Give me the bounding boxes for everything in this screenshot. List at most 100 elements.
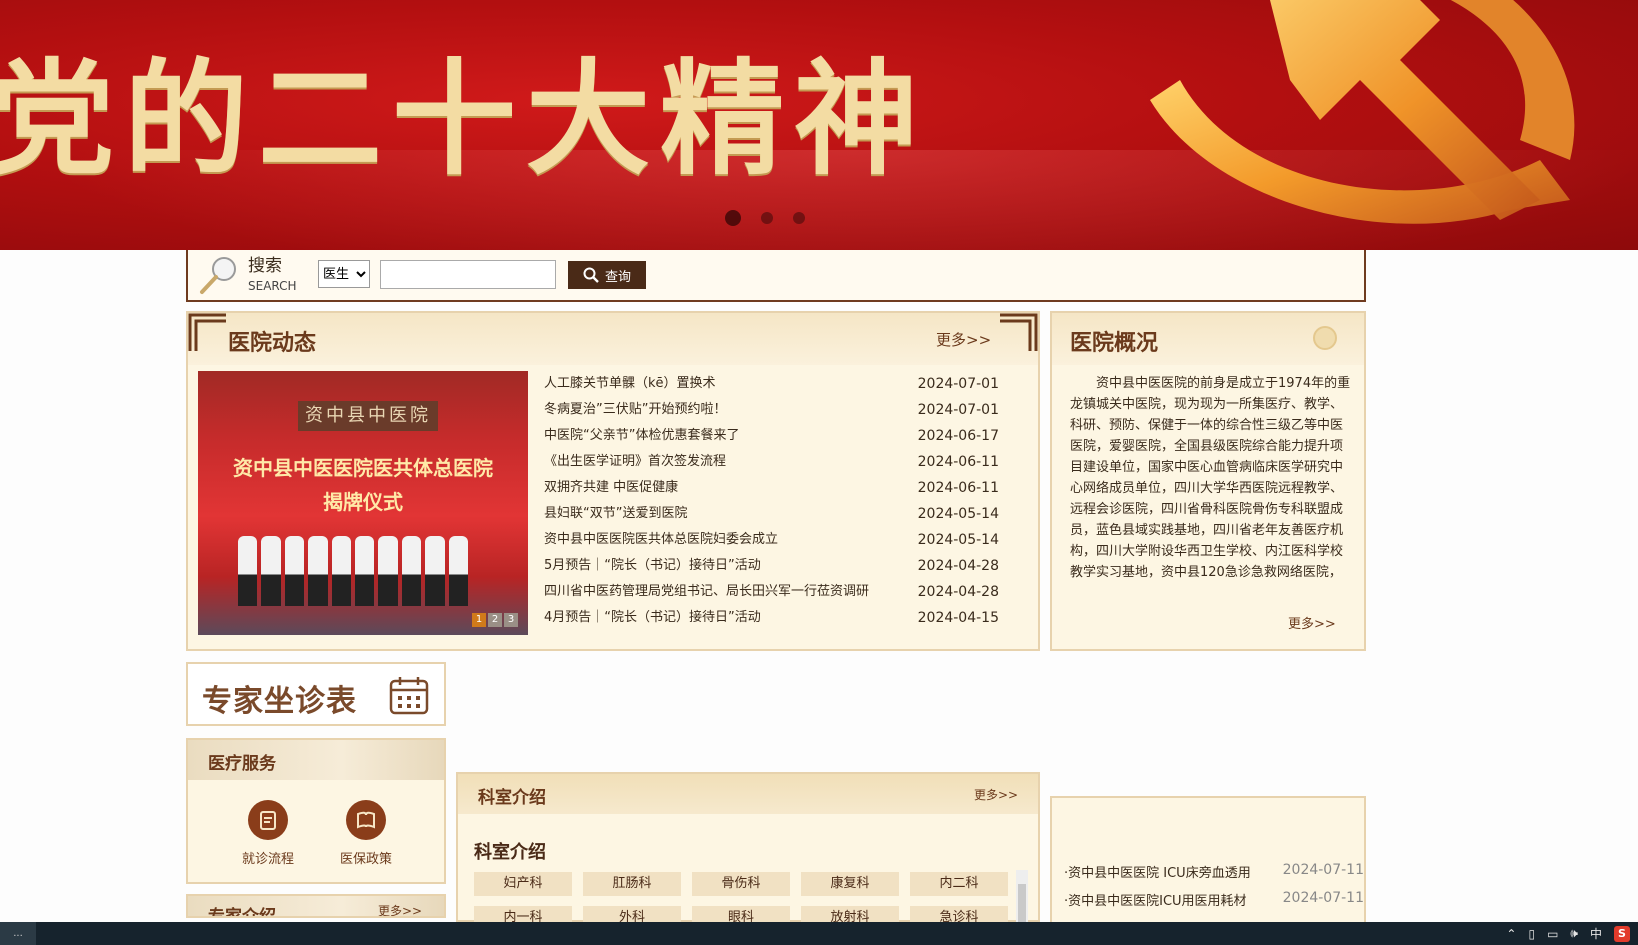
news-item-date: 2024-06-11 [917,454,999,470]
news-photo-slider[interactable]: 资中县中医院 资中县中医医院医共体总医院 揭牌仪式 1 2 3 [198,371,528,635]
carousel-dots [725,210,805,226]
news-item[interactable]: 《出生医学证明》首次签发流程 2024-06-11 [544,449,999,475]
news-item[interactable]: 双拥齐共建 中医促健康 2024-06-11 [544,475,999,501]
taskbar-start-button[interactable]: ... [0,922,36,945]
overview-panel-header: 医院概况 [1052,313,1364,365]
person-figure [284,536,305,606]
carousel-dot-2[interactable] [761,212,773,224]
person-figure [261,536,281,606]
overview-more-link[interactable]: 更多>> [1288,613,1336,632]
news-item-title[interactable]: 中医院“父亲节”体检优惠套餐来了 [544,423,739,449]
news-item-title[interactable]: 四川省中医药管理局党组书记、局长田兴军一行莅资调研 [544,579,869,605]
photo-page-3[interactable]: 3 [504,613,518,627]
news-item[interactable]: 冬病夏治”三伏贴”开始预约啦！ 2024-07-01 [544,397,999,423]
news-item[interactable]: 县妇联“双节”送爱到医院 2024-05-14 [544,501,999,527]
news-item-title[interactable]: 4月预告｜“院长（书记）接待日”活动 [544,605,761,631]
search-type-select[interactable]: 医生 [318,260,370,288]
usb-icon[interactable]: ▯ [1528,927,1535,941]
news-item[interactable]: 人工膝关节单髁（kē）置换术 2024-07-01 [544,371,999,397]
photo-headline-line2: 揭牌仪式 [323,490,403,514]
department-tag[interactable]: 肛肠科 [583,872,681,896]
news-item-title[interactable]: 《出生医学证明》首次签发流程 [544,449,726,475]
notice-title[interactable]: ·资中县中医医院 ICU床旁血透用 [1064,862,1251,881]
overview-panel: 医院概况 资中县中医医院的前身是成立于1974年的重龙镇城关中医院，现为现为一所… [1050,311,1366,651]
notice-title[interactable]: ·资中县中医医院ICU用医用耗材 [1064,890,1247,909]
search-input[interactable] [380,260,556,289]
news-item-date: 2024-06-11 [917,480,999,496]
photo-people [238,536,469,606]
news-item[interactable]: 中医院“父亲节”体检优惠套餐来了 2024-06-17 [544,423,999,449]
news-item-date: 2024-07-01 [917,402,999,418]
notice-item[interactable]: ·资中县中医医院 ICU床旁血透用 2024-07-11 [1064,862,1364,881]
corner-ornament-icon [188,313,226,351]
banner-title: 党的二十大精神 [0,48,929,192]
notice-item[interactable]: ·资中县中医医院ICU用医用耗材 2024-07-11 [1064,890,1364,909]
service-label: 医保政策 [339,852,392,867]
photo-page-2[interactable]: 2 [488,613,502,627]
news-item[interactable]: 5月预告｜“院长（书记）接待日”活动 2024-04-28 [544,553,999,579]
carousel-dot-1[interactable] [725,210,741,226]
book-icon [346,800,386,840]
news-title: 医院动态 [228,331,317,356]
news-item-date: 2024-04-15 [917,610,999,626]
news-more-link[interactable]: 更多>> [936,329,991,350]
search-button-label: 查询 [604,269,631,285]
news-panel-header: 医院动态 更多>> [188,313,1038,365]
departments-panel: 科室介绍 更多>> 科室介绍 妇产科 肛肠科 骨伤科 康复科 内二科 内一科 外… [456,772,1040,930]
expert-schedule-banner[interactable]: 专家坐诊表 [186,662,446,726]
photo-pager: 1 2 3 [472,613,518,627]
party-emblem-icon [1150,0,1575,224]
banner-carousel[interactable]: 党的二十大精神 [0,0,1638,250]
news-item-title[interactable]: 双拥齐共建 中医促健康 [544,475,678,501]
news-item[interactable]: 资中县中医医院医共体总医院妇委会成立 2024-05-14 [544,527,999,553]
news-item-title[interactable]: 人工膝关节单髁（kē）置换术 [544,371,716,397]
expert-schedule-title: 专家坐诊表 [202,684,357,719]
search-bar: 搜索 SEARCH 医生 查询 [186,250,1366,302]
medical-services-header: 医疗服务 [188,740,444,780]
departments-scrollbar[interactable] [1016,870,1028,930]
display-icon[interactable]: ▭ [1547,927,1558,941]
news-panel: 医院动态 更多>> 资中县中医院 资中县中医医院医共体总医院 揭牌仪式 1 2 … [186,311,1040,651]
department-tag[interactable]: 康复科 [801,872,899,896]
departments-more-link[interactable]: 更多>> [974,786,1018,803]
news-item-title[interactable]: 县妇联“双节”送爱到医院 [544,501,687,527]
department-tag[interactable]: 骨伤科 [692,872,790,896]
overview-title: 医院概况 [1070,331,1159,356]
photo-page-1[interactable]: 1 [472,613,486,627]
service-insurance-policy[interactable]: 医保政策 [326,800,406,867]
chevron-up-icon[interactable]: ⌃ [1506,927,1516,941]
departments-title: 科室介绍 [478,788,546,808]
expert-intro-more-link[interactable]: 更多>> [378,902,422,916]
search-subtitle: SEARCH [248,279,297,293]
news-list: 人工膝关节单髁（kē）置换术 2024-07-01 冬病夏治”三伏贴”开始预约啦！… [544,371,999,631]
service-visit-process[interactable]: 就诊流程 [228,800,308,867]
news-item-title[interactable]: 资中县中医医院医共体总医院妇委会成立 [544,527,778,553]
person-figure [308,536,328,606]
expert-intro-title: 专家介绍 [208,907,276,918]
news-item[interactable]: 四川省中医药管理局党组书记、局长田兴军一行莅资调研 2024-04-28 [544,579,999,605]
medical-services-panel: 医疗服务 就诊流程 医保政策 [186,738,446,884]
news-item-title[interactable]: 5月预告｜“院长（书记）接待日”活动 [544,553,761,579]
news-item-title[interactable]: 冬病夏治”三伏贴”开始预约啦！ [544,397,726,423]
volume-icon[interactable]: 🕪 [1570,926,1578,941]
person-figure [401,536,422,606]
medical-services-title: 医疗服务 [208,754,276,774]
news-item-date: 2024-07-01 [917,376,999,392]
news-item-date: 2024-05-14 [917,532,999,548]
departments-subtitle: 科室介绍 [474,842,546,863]
search-button[interactable]: 查询 [568,261,646,289]
calendar-icon [389,677,429,715]
overview-text: 资中县中医医院的前身是成立于1974年的重龙镇城关中医院，现为现为一所集医疗、教… [1070,376,1351,580]
news-item-date: 2024-05-14 [917,506,999,522]
person-figure [425,536,445,606]
carousel-dot-3[interactable] [793,212,805,224]
os-taskbar: ... ⌃ ▯ ▭ 🕪 中 S [0,922,1638,945]
ime-indicator[interactable]: 中 [1590,925,1602,942]
photo-sign: 资中县中医院 [298,401,438,431]
department-tag[interactable]: 内二科 [910,872,1008,896]
app-tray-icon[interactable]: S [1614,925,1630,942]
department-tag[interactable]: 妇产科 [474,872,572,896]
corner-ornament-icon [1000,313,1038,351]
news-item[interactable]: 4月预告｜“院长（书记）接待日”活动 2024-04-15 [544,605,999,631]
seal-ornament-icon [1313,326,1337,350]
